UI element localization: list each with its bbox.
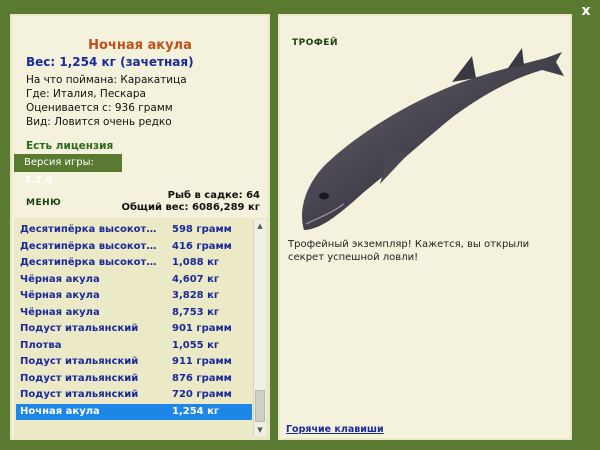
catch-row[interactable]: Чёрная акула 4,607 кг bbox=[16, 272, 252, 289]
catch-row[interactable]: Десятипёрка высокоте... 598 грамм bbox=[16, 222, 252, 239]
license-status: Есть лицензия bbox=[26, 140, 114, 152]
trophy-panel: ТРОФЕЙ Трофейный экземпляр! Кажется, вы … bbox=[278, 14, 572, 440]
trophy-label: ТРОФЕЙ bbox=[292, 38, 338, 48]
catch-weight: 1,055 кг bbox=[172, 339, 220, 351]
catch-weight: 598 грамм bbox=[172, 224, 232, 235]
catch-weight: 8,753 кг bbox=[172, 306, 220, 318]
catch-row[interactable]: Подуст итальянский 901 грамм bbox=[16, 321, 252, 338]
version-prefix: Версия игры: bbox=[24, 157, 94, 168]
catch-name: Подуст итальянский bbox=[20, 356, 139, 367]
catch-weight: 720 грамм bbox=[172, 389, 232, 400]
catch-name: Чёрная акула bbox=[20, 273, 100, 285]
catch-weight: 416 грамм bbox=[172, 240, 232, 252]
catch-weight: 4,607 кг bbox=[172, 273, 220, 285]
catch-name: Подуст итальянский bbox=[20, 323, 139, 334]
catch-name: Десятипёрка высокоте... bbox=[20, 240, 160, 252]
catch-weight: 1,254 кг bbox=[172, 405, 220, 417]
catch-weight: 901 грамм bbox=[172, 323, 232, 334]
catch-row[interactable]: Чёрная акула 3,828 кг bbox=[16, 288, 252, 305]
keepnet-count: Рыб в садке: 64 bbox=[167, 190, 260, 201]
catch-list-scrollbar[interactable]: ▲ ▼ bbox=[253, 220, 266, 436]
catch-name: Десятипёрка высокоте... bbox=[20, 257, 160, 268]
catch-weight: 1,088 кг bbox=[172, 257, 220, 268]
fish-info-panel: Ночная акула Вес: 1,254 кг (зачетная) На… bbox=[10, 14, 270, 440]
catch-row[interactable]: Ночная акула 1,254 кг bbox=[16, 403, 252, 420]
catch-name: Подуст итальянский bbox=[20, 389, 139, 400]
catch-weight: 911 грамм bbox=[172, 356, 232, 367]
fish-value: Оценивается с: 936 грамм bbox=[26, 102, 173, 114]
fish-bait: На что поймана: Каракатица bbox=[26, 74, 187, 86]
trophy-message: Трофейный экземпляр! Кажется, вы открыли… bbox=[288, 239, 530, 263]
catch-name: Чёрная акула bbox=[20, 290, 100, 301]
shark-image bbox=[302, 48, 564, 230]
scroll-thumb[interactable] bbox=[255, 390, 265, 422]
catch-weight: 876 грамм bbox=[172, 372, 232, 384]
catch-name: Чёрная акула bbox=[20, 306, 100, 318]
catch-name: Десятипёрка высокоте... bbox=[20, 224, 160, 235]
keepnet-total-weight: Общий вес: 6086,289 кг bbox=[121, 202, 260, 213]
catch-row[interactable]: Подуст итальянский 720 грамм bbox=[16, 387, 252, 404]
catch-row[interactable]: Подуст итальянский 911 грамм bbox=[16, 354, 252, 371]
catch-row[interactable]: Подуст итальянский 876 грамм bbox=[16, 371, 252, 388]
fish-name: Ночная акула bbox=[88, 38, 192, 53]
hotkeys-link[interactable]: Горячие клавиши bbox=[286, 424, 384, 435]
catch-row[interactable]: Плотва 1,055 кг bbox=[16, 338, 252, 355]
arrow-down-icon[interactable]: ▼ bbox=[254, 424, 266, 436]
game-version: Версия игры: 3.7.6 bbox=[14, 154, 122, 186]
fish-rarity: Вид: Ловится очень редко bbox=[26, 116, 172, 128]
arrow-up-icon[interactable]: ▲ bbox=[254, 220, 266, 232]
catch-row[interactable]: Чёрная акула 8,753 кг bbox=[16, 305, 252, 322]
fish-location: Где: Италия, Пескара bbox=[26, 88, 146, 100]
fish-weight: Вес: 1,254 кг (зачетная) bbox=[26, 55, 194, 69]
catch-row[interactable]: Десятипёрка высокоте... 416 грамм bbox=[16, 239, 252, 256]
catch-name: Плотва bbox=[20, 339, 62, 351]
catch-list[interactable]: Десятипёрка высокоте... 598 грамм Десятипё… bbox=[14, 218, 268, 438]
close-icon: x bbox=[581, 3, 591, 19]
catch-row[interactable]: Десятипёрка высокоте... 1,088 кг bbox=[16, 255, 252, 272]
catch-list-rows: Десятипёрка высокоте... 598 грамм Десятипё… bbox=[16, 222, 252, 420]
menu-button[interactable]: МЕНЮ bbox=[26, 198, 61, 208]
version-number: 3.7.6 bbox=[24, 175, 53, 186]
catch-name: Ночная акула bbox=[20, 405, 100, 417]
catch-weight: 3,828 кг bbox=[172, 290, 220, 301]
catch-name: Подуст итальянский bbox=[20, 372, 139, 384]
close-button[interactable]: x bbox=[578, 3, 594, 19]
